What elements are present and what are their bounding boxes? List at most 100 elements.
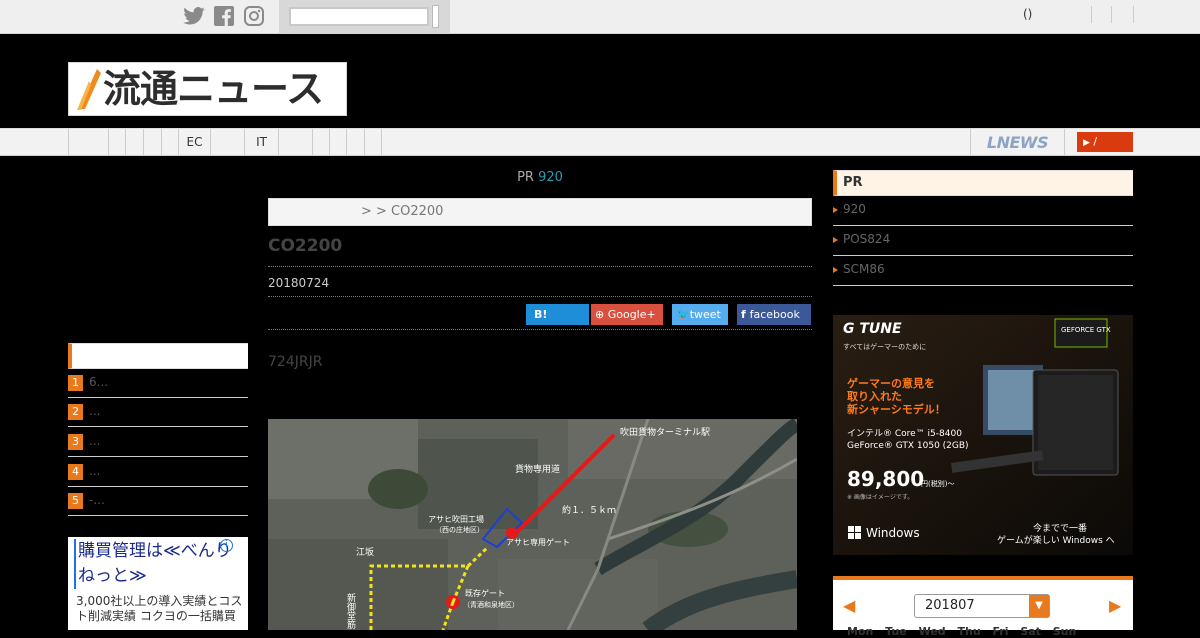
divider (268, 296, 812, 297)
nav-item[interactable] (312, 129, 329, 156)
banner-cta-1: 今までで一番 (1033, 522, 1087, 534)
twitter-share-button[interactable]: 🐦tweet (672, 304, 728, 325)
article-lead: 724JRJR (268, 354, 323, 370)
search-input[interactable] (289, 7, 429, 26)
map-label-terminal: 吹田貨物ターミナル駅 (620, 426, 710, 438)
hatena-share-button[interactable]: B! (526, 304, 589, 325)
nav-item[interactable] (364, 129, 382, 156)
nav-item[interactable] (329, 129, 346, 156)
rank-number: 1 (68, 375, 83, 391)
pr-item[interactable]: 920 (833, 196, 1133, 226)
gpu-badge: GEFORCE GTX (1061, 326, 1111, 334)
ranking-item[interactable]: 5 -... (68, 487, 248, 516)
user-links[interactable]: () (1023, 7, 1032, 21)
breadcrumb[interactable]: > > CO2200 (268, 198, 812, 226)
article-map-image: 吹田貨物ターミナル駅 貨物専用道 約１．５ｋｍ アサヒ吹田工場 （西の庄地区） … (268, 419, 797, 630)
twitter-share-label: tweet (689, 308, 721, 321)
twitter-share-icon: 🐦 (676, 308, 690, 321)
divider (268, 329, 812, 330)
ranking-item[interactable]: 3 ... (68, 428, 248, 457)
rank-number: 5 (68, 493, 83, 509)
divider (1111, 6, 1112, 23)
top-bar: () (0, 0, 1200, 34)
map-label-gate-new: アサヒ専用ゲート (506, 537, 570, 547)
ranking-item[interactable]: 2 ... (68, 398, 248, 427)
map-label-vertical: 新御堂筋 (345, 592, 356, 630)
banner-os: Windows (866, 526, 920, 540)
text-ad[interactable]: 購買管理は≪べんりねっと≫ i 3,000社以上の導入実績とコスト削減実績 コク… (68, 537, 248, 630)
site-logo[interactable]: 流通ニュース (68, 62, 347, 116)
banner-gpu: GeForce® GTX 1050 (2GB) (847, 441, 969, 451)
divider (1091, 6, 1092, 23)
month-select[interactable]: 201807 ▼ (914, 594, 1050, 618)
twitter-icon[interactable] (183, 5, 205, 27)
gtune-banner-ad[interactable]: GEFORCE GTX G TUNE すべてはゲーマーのために ゲーマーの意見を… (833, 315, 1133, 555)
calendar-next-icon[interactable]: ▶ (1109, 596, 1121, 615)
facebook-icon[interactable] (213, 5, 235, 27)
map-label-factory: アサヒ吹田工場 (428, 514, 484, 524)
rank-title: ... (89, 464, 101, 478)
social-links (183, 5, 265, 27)
rss-label: / (1093, 135, 1098, 148)
search-area (279, 0, 450, 34)
banner-cpu: インテル® Core™ i5-8400 (847, 428, 962, 439)
pr-count: 920 (538, 170, 563, 185)
nav-item[interactable] (210, 129, 244, 156)
banner-headline-2: 取り入れた (847, 390, 902, 403)
nav-item-it[interactable]: IT (244, 129, 278, 156)
weekday-header: Mon Tue Wed Thu Fri Sat Sun (847, 625, 1077, 638)
banner-tagline: すべてはゲーマーのために (843, 342, 926, 351)
banner-brand: G TUNE (843, 321, 902, 337)
chevron-down-icon: ▼ (1029, 595, 1049, 617)
instagram-icon[interactable] (243, 5, 265, 27)
nav-item[interactable] (125, 129, 143, 156)
map-label-private-line: 貨物専用道 (515, 463, 560, 475)
map-label-distance: 約１．５ｋｍ (562, 504, 616, 516)
banner-cta-2: ゲームが楽しい Windows へ (997, 534, 1115, 546)
ad-description: 3,000社以上の導入実績とコスト削減実績 コクヨの一括購買 (76, 594, 243, 623)
nav-item[interactable] (143, 129, 161, 156)
rank-title: -... (89, 493, 105, 507)
facebook-share-label: facebook (749, 308, 800, 321)
pr-notice[interactable]: PR 920 (268, 170, 812, 185)
search-button[interactable] (432, 5, 439, 28)
nav-item[interactable] (278, 129, 312, 156)
nav-item[interactable] (68, 129, 108, 156)
ranking-item[interactable]: 4 ... (68, 458, 248, 487)
aerial-map: 吹田貨物ターミナル駅 貨物専用道 約１．５ｋｍ アサヒ吹田工場 （西の庄地区） … (268, 419, 797, 630)
logo-bolt-icon (77, 69, 101, 110)
google-share-button[interactable]: ⊕ Google+ (591, 304, 663, 325)
ad-info-icon[interactable]: i (220, 539, 233, 552)
divider (1133, 6, 1134, 23)
pr-item[interactable]: POS824 (833, 226, 1133, 256)
nav-item-ec[interactable]: EC (178, 129, 210, 156)
rank-title: 6... (89, 375, 109, 389)
facebook-share-button[interactable]: f facebook (737, 304, 811, 325)
facebook-share-icon: f (741, 308, 750, 321)
rank-title: ... (89, 404, 101, 418)
nav-item[interactable] (161, 129, 178, 156)
pr-item[interactable]: SCM86 (833, 256, 1133, 286)
rank-number: 4 (68, 464, 83, 480)
banner-price-unit: 円(税別)～ (921, 479, 954, 488)
map-label-gate-old: 既存ゲート (465, 588, 505, 598)
banner-price: 89,800 (847, 467, 924, 491)
page-title: CO2200 (268, 236, 343, 256)
logo-text: 流通ニュース (103, 67, 324, 111)
map-label-jr: 江坂 (356, 547, 374, 558)
banner-headline-3: 新シャーシモデル！ (847, 402, 946, 416)
calendar-prev-icon[interactable]: ◀ (843, 596, 855, 615)
ranking-item[interactable]: 1 6... (68, 369, 248, 398)
nav-item[interactable] (346, 129, 364, 156)
rank-title: ... (89, 434, 101, 448)
nav-item[interactable] (108, 129, 125, 156)
archive-calendar: ◀ 201807 ▼ ▶ Mon Tue Wed Thu Fri Sat Sun (833, 576, 1133, 638)
banner-graphic: GEFORCE GTX G TUNE すべてはゲーマーのために ゲーマーの意見を… (833, 315, 1133, 555)
rank-number: 3 (68, 434, 83, 450)
rss-button[interactable]: ▶ / (1077, 132, 1133, 152)
ad-title[interactable]: 購買管理は≪べんりねっと≫ (74, 539, 234, 589)
lnews-link[interactable]: LNEWS (970, 129, 1065, 156)
rank-number: 2 (68, 404, 83, 420)
google-plus-icon: ⊕ (595, 308, 608, 321)
pr-heading: PR (833, 170, 1133, 196)
